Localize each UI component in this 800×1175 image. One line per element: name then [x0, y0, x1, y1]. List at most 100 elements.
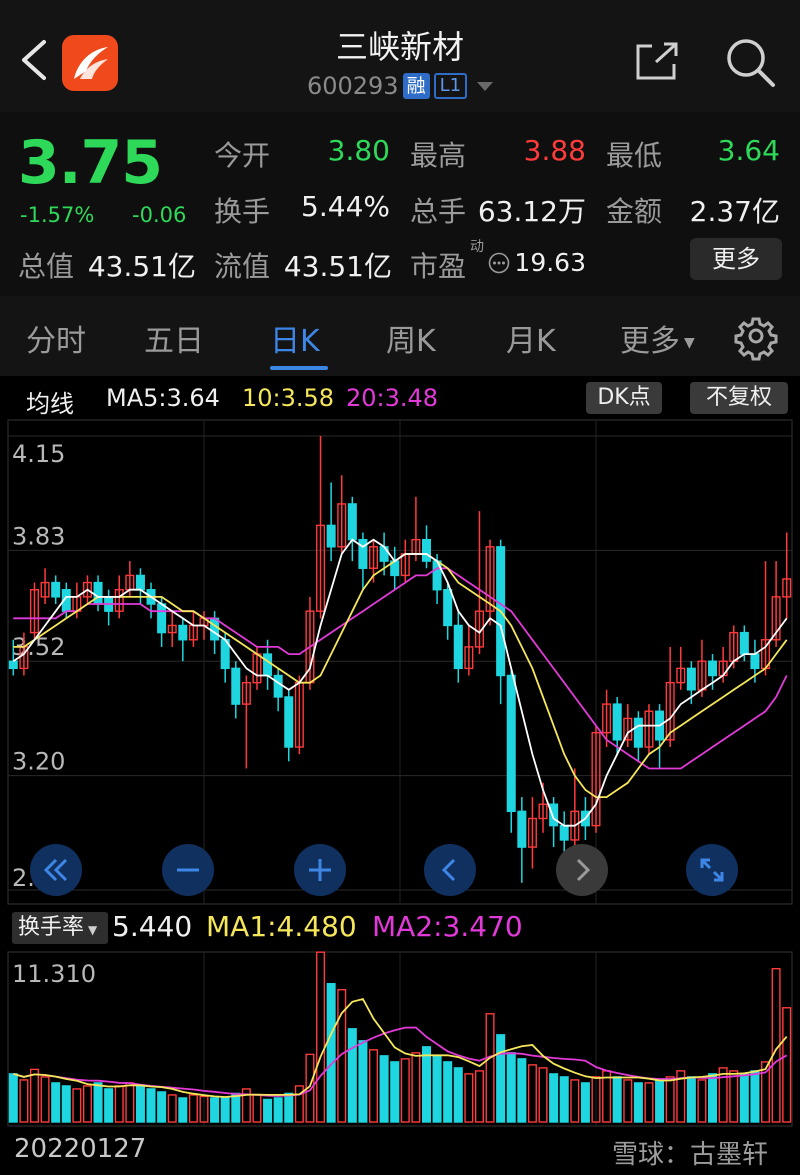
turnover-bar	[549, 1073, 559, 1123]
turnover-bar	[347, 1028, 357, 1123]
candle-body	[517, 810, 527, 848]
ma10-value: 10:3.58	[242, 384, 335, 412]
turnover-bar	[464, 1073, 474, 1123]
turnover-bar	[188, 1094, 198, 1123]
tab-intraday[interactable]: 分时	[26, 316, 86, 360]
price-axis-label: 3.20	[12, 748, 65, 776]
turnover-bar	[72, 1088, 82, 1123]
info-dots-icon[interactable]	[488, 252, 510, 274]
turnover-bar	[496, 1034, 506, 1123]
turnover-bar	[665, 1076, 675, 1123]
turnover-bar	[125, 1082, 135, 1123]
turnover-bar	[178, 1097, 188, 1123]
turnover-bar	[474, 1070, 484, 1123]
turnover-bar	[697, 1079, 707, 1123]
turnover-chart[interactable]: 11.310	[0, 951, 800, 1127]
indicator-selector-label: 换手率	[18, 915, 85, 940]
float-cap-value: 43.51亿	[283, 250, 392, 283]
back-arrow-icon[interactable]	[18, 38, 50, 82]
candle-body	[633, 717, 643, 748]
turnover-bar	[570, 1079, 580, 1123]
turnover-bar	[506, 1052, 516, 1123]
adjust-mode-button[interactable]: 不复权	[690, 382, 788, 414]
candle-body	[453, 624, 463, 670]
turnover-bar	[580, 1082, 590, 1123]
candle-body	[421, 538, 432, 562]
market-cap-label: 总值	[18, 250, 75, 283]
plus-icon	[309, 859, 331, 881]
tab-monthly-k[interactable]: 月K	[506, 316, 556, 360]
candle-body	[231, 667, 241, 705]
zoom-in-button[interactable]	[294, 844, 346, 896]
low-label: 最低	[606, 139, 663, 172]
search-icon[interactable]	[724, 36, 776, 88]
turnover-bar	[655, 1079, 665, 1123]
turnover-bar	[421, 1046, 432, 1123]
candle-body	[347, 503, 357, 541]
zoom-out-button[interactable]	[162, 844, 214, 896]
turnover-bar	[8, 1073, 18, 1123]
market-cap-value: 43.51亿	[87, 250, 196, 283]
turnover-value: 5.44%	[301, 190, 390, 223]
candle-body	[326, 524, 336, 548]
expand-icon	[700, 858, 724, 882]
tab-daily-k[interactable]: 日K	[270, 316, 320, 360]
dk-point-button[interactable]: DK点	[586, 382, 662, 414]
tab-five-day[interactable]: 五日	[144, 316, 204, 360]
turnover-bar	[517, 1058, 527, 1123]
turnover-bar	[316, 951, 326, 1123]
turnover-bar	[19, 1079, 29, 1123]
tab-weekly-k[interactable]: 周K	[386, 316, 436, 360]
share-icon[interactable]	[632, 40, 680, 84]
turnover-bar	[51, 1082, 61, 1123]
turnover-bar	[263, 1098, 273, 1123]
turnover-bar	[135, 1085, 145, 1123]
turnover-bar	[326, 983, 336, 1123]
step-back-button[interactable]	[424, 844, 476, 896]
minus-icon	[177, 868, 199, 872]
turnover-bar	[443, 1061, 453, 1123]
chevron-right-icon	[576, 858, 591, 882]
stock-code-row[interactable]: 600293 融 L1	[200, 72, 600, 100]
turnover-bar	[82, 1085, 92, 1123]
watermark: 雪球：古墨轩	[612, 1140, 769, 1170]
turnover-bar	[432, 1055, 442, 1123]
turnover-bar	[739, 1073, 749, 1123]
candle-body	[51, 581, 61, 598]
turnover-bar	[29, 1068, 40, 1123]
turnover-max-label: 11.310	[12, 960, 96, 988]
tab-more[interactable]: 更多 ▼	[620, 316, 695, 360]
price-axis-label: 3.83	[12, 522, 65, 550]
candlestick-chart[interactable]: 4.153.833.523.202.88	[0, 419, 800, 905]
double-chevron-left-icon	[43, 858, 68, 882]
settings-gear-icon[interactable]	[734, 316, 778, 361]
step-forward-button[interactable]	[556, 844, 608, 896]
price-change: -0.06	[132, 203, 187, 227]
fast-back-button[interactable]	[30, 844, 82, 896]
volume-value: 63.12万	[477, 195, 586, 228]
level-tag: L1	[433, 73, 468, 99]
indicator-selector[interactable]: 换手率 ▼	[12, 912, 108, 944]
turnover-bar	[612, 1076, 622, 1123]
tab-more-caret-icon: ▼	[684, 334, 695, 351]
turnover-bar	[231, 1092, 241, 1123]
turnover-bar	[210, 1097, 220, 1123]
fullscreen-button[interactable]	[686, 844, 738, 896]
pe-label: 市盈	[410, 250, 467, 283]
dropdown-caret-icon	[477, 81, 494, 91]
turnover-label: 换手	[214, 195, 271, 228]
candle-body	[210, 617, 220, 641]
turnover-bar	[220, 1097, 230, 1123]
candle-body	[284, 696, 294, 748]
turnover-ma1-value: MA1:4.480	[206, 910, 357, 943]
turnover-bar	[538, 1067, 548, 1123]
ma-legend: 均线 MA5:3.64 10:3.58 20:3.48	[0, 380, 800, 418]
candle-body	[612, 703, 622, 741]
more-quote-button[interactable]: 更多	[690, 238, 782, 280]
tab-more-label: 更多	[620, 324, 680, 359]
ma20-value: 20:3.48	[346, 384, 439, 412]
candle-body	[8, 660, 18, 670]
candle-body	[178, 624, 188, 641]
candle-body	[739, 631, 749, 655]
turnover-bar	[157, 1091, 167, 1123]
